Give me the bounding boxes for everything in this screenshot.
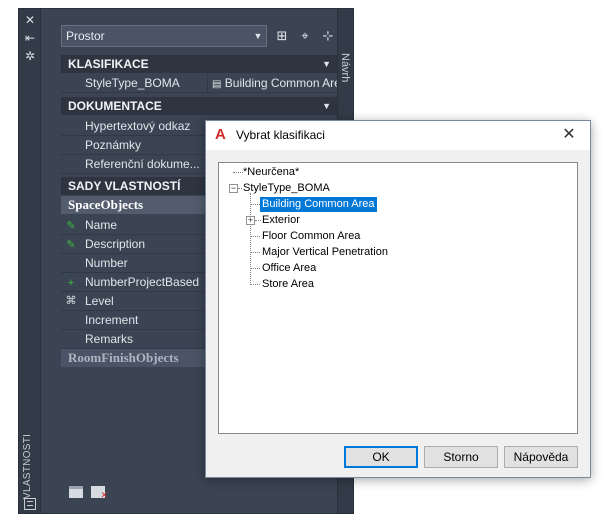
collapse-icon: ▼ — [322, 59, 331, 69]
property-name: Referenční dokume... — [85, 157, 200, 171]
help-button[interactable]: Nápověda — [504, 446, 578, 468]
add-property-set-icon[interactable] — [69, 486, 83, 498]
dialog-title: Vybrat klasifikaci — [236, 128, 325, 142]
classification-tree[interactable]: *Neurčena* − StyleType_BOMA Building Com… — [218, 162, 578, 434]
select-classification-dialog: A Vybrat klasifikaci ✕ *Neurčena* − Styl… — [205, 120, 591, 478]
tree-item-floor-common-area[interactable]: Floor Common Area — [262, 229, 360, 244]
property-name: Name — [85, 218, 118, 232]
tree-item-office-area[interactable]: Office Area — [262, 261, 316, 276]
tree-connector — [250, 236, 260, 237]
palette-title-strip: ✕ ⇤ ✲ VLASTNOSTI — [19, 9, 41, 513]
property-set-roomfinishobjects[interactable]: RoomFinishObjects — [61, 349, 207, 367]
property-row-hyperlink[interactable]: Hypertextový odkaz — [61, 117, 207, 136]
tree-connector — [250, 268, 260, 269]
category-label: SADY VLASTNOSTÍ — [68, 179, 181, 193]
dialog-titlebar: A Vybrat klasifikaci ✕ — [206, 121, 590, 150]
property-row-description[interactable]: Description — [61, 235, 207, 254]
property-name: Hypertextový odkaz — [85, 119, 191, 133]
category-label: DOKUMENTACE — [68, 99, 162, 113]
classification-row[interactable]: StyleType_BOMA ▤ Building Common Area — [61, 74, 337, 93]
object-type-value: Prostor — [66, 29, 105, 43]
collapse-icon: ▼ — [322, 101, 331, 111]
category-classification[interactable]: KLASIFIKACE ▼ — [61, 55, 337, 73]
tree-item-major-vertical-penetration[interactable]: Major Vertical Penetration — [262, 245, 388, 260]
property-row-level[interactable]: Level — [61, 292, 207, 311]
property-name: Remarks — [85, 332, 134, 346]
property-row-increment[interactable]: Increment — [61, 311, 207, 330]
property-name: Poznámky — [85, 138, 142, 152]
tree-connector — [233, 172, 243, 173]
auto-hide-icon[interactable]: ⇤ — [23, 31, 37, 45]
cancel-button[interactable]: Storno — [424, 446, 498, 468]
palette-settings-icon[interactable]: ✲ — [23, 49, 37, 63]
property-name: NumberProjectBased — [85, 275, 200, 289]
select-objects-icon[interactable]: ⌖ — [296, 27, 314, 45]
remove-property-set-icon[interactable] — [91, 486, 108, 501]
property-value[interactable]: ▤ Building Common Area — [207, 74, 337, 92]
tree-item-root[interactable]: StyleType_BOMA — [243, 181, 330, 196]
tree-connector — [250, 204, 260, 205]
property-name: Number — [85, 256, 128, 270]
property-name: StyleType_BOMA — [85, 76, 180, 90]
tree-connector — [250, 193, 251, 285]
palette-title: VLASTNOSTI — [22, 433, 33, 499]
property-name: Description — [85, 237, 146, 251]
toggle-pickadd-icon[interactable]: ⊹ — [319, 27, 337, 45]
property-row-notes[interactable]: Poznámky — [61, 136, 207, 155]
tree-item-store-area[interactable]: Store Area — [262, 277, 314, 292]
property-set-spaceobjects[interactable]: SpaceObjects — [61, 196, 207, 214]
tree-item-unspecified[interactable]: *Neurčena* — [243, 165, 299, 180]
tree-connector — [238, 188, 242, 189]
tree-item-building-common-area[interactable]: Building Common Area — [260, 197, 377, 212]
expand-icon[interactable]: + — [246, 216, 255, 225]
chevron-down-icon: ▼ — [253, 31, 263, 41]
tree-connector — [250, 252, 260, 253]
palette-menu-icon[interactable] — [24, 498, 36, 510]
tree-connector — [250, 284, 260, 285]
list-icon: ▤ — [212, 79, 222, 90]
property-name: Increment — [85, 313, 139, 327]
classification-value: Building Common Area — [224, 76, 337, 90]
object-type-select[interactable]: Prostor ▼ — [61, 25, 267, 47]
category-label: KLASIFIKACE — [68, 57, 149, 71]
close-icon[interactable]: ✕ — [560, 125, 578, 145]
ok-button[interactable]: OK — [344, 446, 418, 468]
tree-connector — [255, 220, 261, 221]
property-name: Level — [85, 294, 114, 308]
quick-select-icon[interactable]: ⊞ — [273, 27, 291, 45]
property-row-numberprojectbased[interactable]: NumberProjectBased — [61, 273, 207, 292]
close-icon[interactable]: ✕ — [23, 13, 37, 27]
category-documentation[interactable]: DOKUMENTACE ▼ — [61, 97, 337, 115]
screen: ✕ ⇤ ✲ VLASTNOSTI Prostor ▼ ⊞ ⌖ ⊹ Návrh K… — [0, 0, 611, 525]
tree-item-exterior[interactable]: Exterior — [262, 213, 300, 228]
collapse-icon[interactable]: − — [229, 184, 238, 193]
property-row-reference[interactable]: Referenční dokume... — [61, 155, 207, 174]
property-row-remarks[interactable]: Remarks — [61, 330, 207, 349]
tab-design[interactable]: Návrh — [339, 53, 351, 82]
property-row-name[interactable]: Name — [61, 216, 207, 235]
property-row-number[interactable]: Number — [61, 254, 207, 273]
autocad-logo-icon: A — [215, 126, 226, 143]
